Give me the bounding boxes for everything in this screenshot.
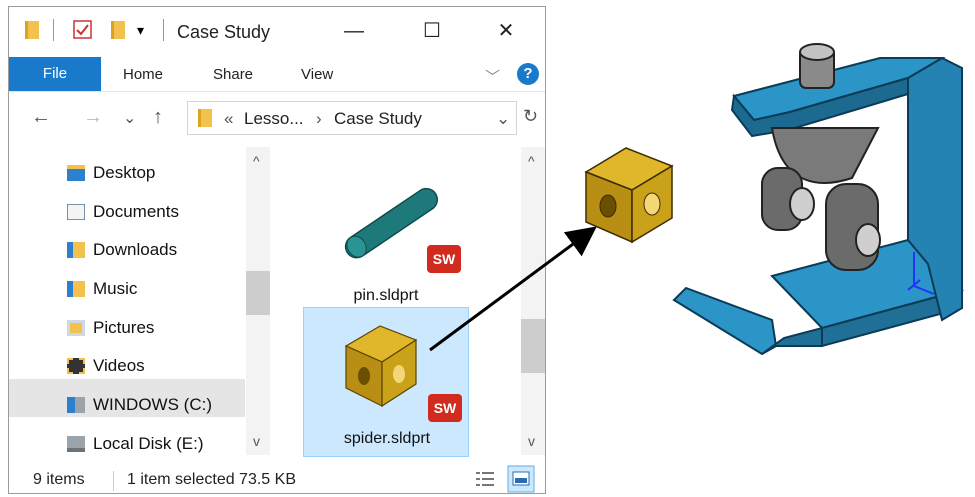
separator bbox=[53, 19, 54, 41]
expand-ribbon-icon[interactable]: ﹀ bbox=[485, 66, 500, 87]
nav-item-label: Pictures bbox=[93, 318, 155, 337]
videos-folder-icon bbox=[67, 358, 85, 374]
documents-folder-icon bbox=[67, 204, 85, 220]
tab-view[interactable]: View bbox=[301, 66, 333, 83]
pictures-folder-icon bbox=[67, 320, 85, 336]
title-bar: ▾ Case Study — ☐ ✕ bbox=[9, 7, 545, 57]
separator bbox=[113, 471, 114, 491]
close-button[interactable]: ✕ bbox=[491, 17, 521, 45]
window-title: Case Study bbox=[177, 22, 271, 42]
nav-item-music[interactable]: Music bbox=[67, 277, 137, 301]
tab-file[interactable]: File bbox=[9, 57, 101, 91]
nav-item-label: Music bbox=[93, 279, 138, 298]
desktop-folder-icon bbox=[67, 165, 85, 181]
folder-icon bbox=[198, 109, 212, 127]
nav-item-downloads[interactable]: Downloads bbox=[67, 238, 177, 262]
navigation-pane: Desktop Documents Downloads Music Pictur… bbox=[9, 147, 277, 455]
ribbon: File Home Share View ﹀ ? bbox=[9, 57, 545, 92]
nav-item-windows-c[interactable]: WINDOWS (C:) bbox=[67, 393, 212, 417]
nav-item-label: WINDOWS (C:) bbox=[93, 395, 212, 414]
separator bbox=[163, 19, 164, 41]
status-bar: 9 items 1 item selected 73.5 KB bbox=[9, 465, 545, 495]
nav-item-pictures[interactable]: Pictures bbox=[67, 316, 154, 340]
nav-item-label: Videos bbox=[93, 356, 145, 375]
scroll-up-icon[interactable]: ^ bbox=[253, 153, 260, 169]
maximize-button[interactable]: ☐ bbox=[417, 17, 447, 45]
item-count: 9 items bbox=[33, 471, 85, 488]
nav-item-label: Downloads bbox=[93, 240, 178, 259]
nav-item-documents[interactable]: Documents bbox=[67, 200, 179, 224]
scroll-down-icon[interactable]: v bbox=[528, 433, 535, 449]
windows-drive-icon bbox=[67, 397, 85, 413]
nav-item-local-disk-e[interactable]: Local Disk (E:) bbox=[67, 432, 204, 456]
file-name: spider.sldprt bbox=[343, 430, 431, 447]
large-icons-view-icon[interactable] bbox=[507, 465, 535, 493]
nav-item-desktop[interactable]: Desktop bbox=[67, 161, 155, 185]
details-view-icon[interactable] bbox=[473, 467, 497, 491]
quick-access-dropdown-icon[interactable]: ▾ bbox=[137, 22, 144, 39]
bracket-assembly-model bbox=[672, 43, 965, 356]
nav-scrollbar[interactable]: ^ v bbox=[246, 147, 270, 455]
nav-item-label: Documents bbox=[93, 202, 179, 221]
folder-icon bbox=[25, 21, 39, 39]
scrollbar-thumb[interactable] bbox=[246, 271, 270, 315]
spider-cube-model bbox=[584, 147, 674, 244]
nav-item-label: Desktop bbox=[93, 163, 156, 182]
solidworks-badge-icon: SW bbox=[428, 394, 462, 422]
recent-locations-button[interactable]: ⌄ bbox=[123, 108, 136, 128]
selection-info: 1 item selected 73.5 KB bbox=[127, 471, 296, 488]
local-disk-icon bbox=[67, 436, 85, 452]
breadcrumb-overflow[interactable]: « bbox=[224, 109, 233, 129]
nav-item-label: Local Disk (E:) bbox=[93, 434, 204, 453]
properties-checkbox-icon[interactable] bbox=[73, 20, 93, 40]
breadcrumb-item[interactable]: Lesso... bbox=[244, 109, 304, 129]
up-button[interactable]: ↑ bbox=[153, 106, 163, 129]
help-button[interactable]: ? bbox=[517, 63, 539, 85]
downloads-folder-icon bbox=[67, 242, 85, 258]
nav-item-videos[interactable]: Videos bbox=[67, 354, 145, 378]
breadcrumb-separator[interactable]: › bbox=[316, 109, 322, 129]
tab-share[interactable]: Share bbox=[213, 66, 253, 83]
forward-button[interactable]: → bbox=[83, 106, 103, 129]
minimize-button[interactable]: — bbox=[339, 17, 369, 45]
breadcrumb-item[interactable]: Case Study bbox=[334, 109, 422, 129]
spider-thumbnail-icon bbox=[344, 325, 418, 408]
music-folder-icon bbox=[67, 281, 85, 297]
back-button[interactable]: ← bbox=[31, 106, 51, 129]
scroll-down-icon[interactable]: v bbox=[253, 433, 260, 449]
new-folder-icon[interactable] bbox=[111, 21, 125, 39]
tab-home[interactable]: Home bbox=[123, 66, 163, 83]
